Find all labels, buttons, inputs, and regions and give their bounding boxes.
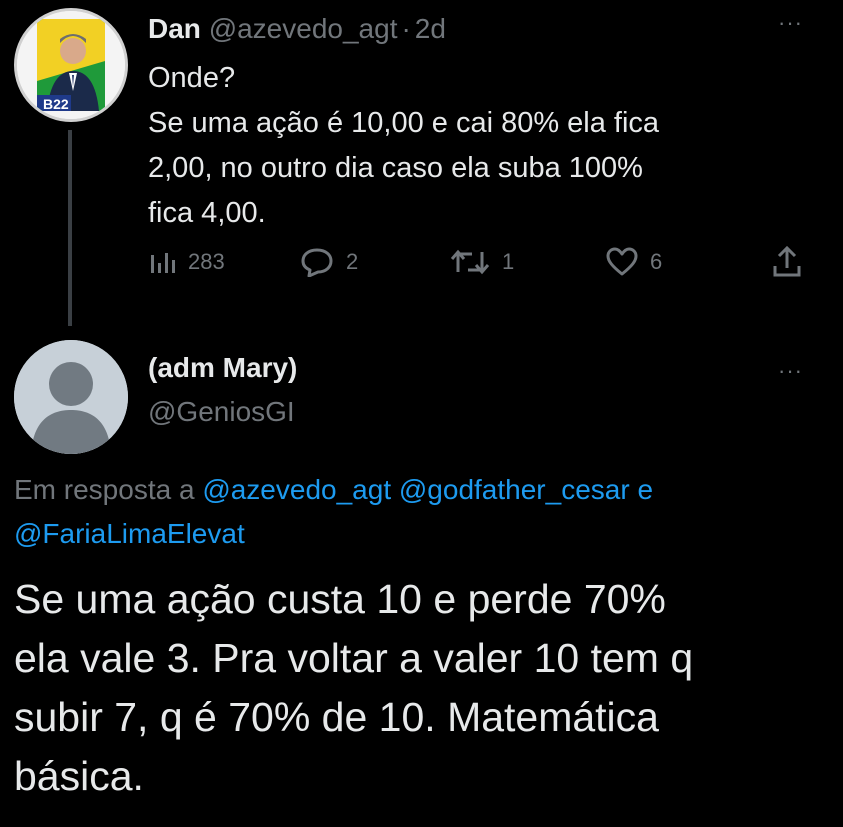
tweet-text-line: ela vale 3. Pra voltar a valer 10 tem q bbox=[14, 635, 694, 681]
retweet-icon bbox=[450, 249, 490, 275]
reply-button[interactable]: 2 bbox=[300, 240, 358, 284]
like-button[interactable]: 6 bbox=[606, 240, 662, 284]
tweet-text-line: subir 7, q é 70% de 10. Matemática bbox=[14, 694, 659, 740]
tweet-text-line: básica. bbox=[14, 753, 144, 799]
tweet-text: Se uma ação custa 10 e perde 70% ela val… bbox=[14, 570, 834, 806]
separator-dot: · bbox=[401, 13, 411, 44]
user-handle[interactable]: @GeniosGI bbox=[148, 396, 295, 428]
retweet-count: 1 bbox=[502, 249, 515, 274]
like-count: 6 bbox=[650, 249, 663, 274]
tweet-text: Onde? Se uma ação é 10,00 e cai 80% ela … bbox=[148, 56, 788, 236]
campaign-avatar-image bbox=[17, 11, 125, 119]
views-icon bbox=[151, 253, 175, 273]
share-icon bbox=[773, 246, 801, 277]
tweet-text-line: Se uma ação é 10,00 e cai 80% ela fica bbox=[148, 107, 660, 139]
like-icon bbox=[606, 247, 638, 276]
avatar-badge: B22 bbox=[43, 96, 69, 112]
tweet-actions-bar: 283 2 1 6 bbox=[148, 240, 808, 284]
tweet-header: Dan @azevedo_agt · 2d bbox=[148, 10, 446, 48]
tweet-time[interactable]: 2d bbox=[415, 13, 446, 44]
display-name[interactable]: Dan bbox=[148, 13, 201, 44]
display-name[interactable]: (adm Mary) bbox=[148, 352, 297, 384]
user-handle[interactable]: @azevedo_agt bbox=[209, 13, 398, 44]
tweet-text-line: Onde? bbox=[148, 62, 236, 94]
avatar-default[interactable] bbox=[14, 340, 128, 454]
reply-count: 2 bbox=[346, 249, 359, 274]
reply-joiner: e bbox=[637, 474, 654, 505]
share-button[interactable] bbox=[772, 240, 802, 284]
views-button[interactable]: 283 bbox=[150, 240, 225, 284]
avatar-dan[interactable]: B22 bbox=[14, 8, 128, 122]
views-count: 283 bbox=[188, 249, 225, 274]
reply-prefix: Em resposta a bbox=[14, 474, 195, 505]
more-options-icon[interactable]: ··· bbox=[778, 358, 803, 384]
mention-link[interactable]: @godfather_cesar bbox=[399, 474, 630, 505]
thread-connector-line bbox=[68, 130, 72, 326]
tweet-text-line: 2,00, no outro dia caso ela suba 100% bbox=[148, 152, 643, 184]
tweet-text-line: fica 4,00. bbox=[148, 197, 266, 229]
more-options-icon[interactable]: ··· bbox=[778, 10, 803, 36]
retweet-button[interactable]: 1 bbox=[450, 240, 514, 284]
replying-to-line: Em resposta a @azevedo_agt @godfather_ce… bbox=[14, 468, 814, 556]
mention-link[interactable]: @azevedo_agt bbox=[202, 474, 391, 505]
default-profile-icon bbox=[14, 340, 128, 454]
tweet-text-line: Se uma ação custa 10 e perde 70% bbox=[14, 576, 666, 622]
mention-link[interactable]: @FariaLimaElevat bbox=[14, 518, 245, 549]
reply-icon bbox=[301, 248, 333, 277]
